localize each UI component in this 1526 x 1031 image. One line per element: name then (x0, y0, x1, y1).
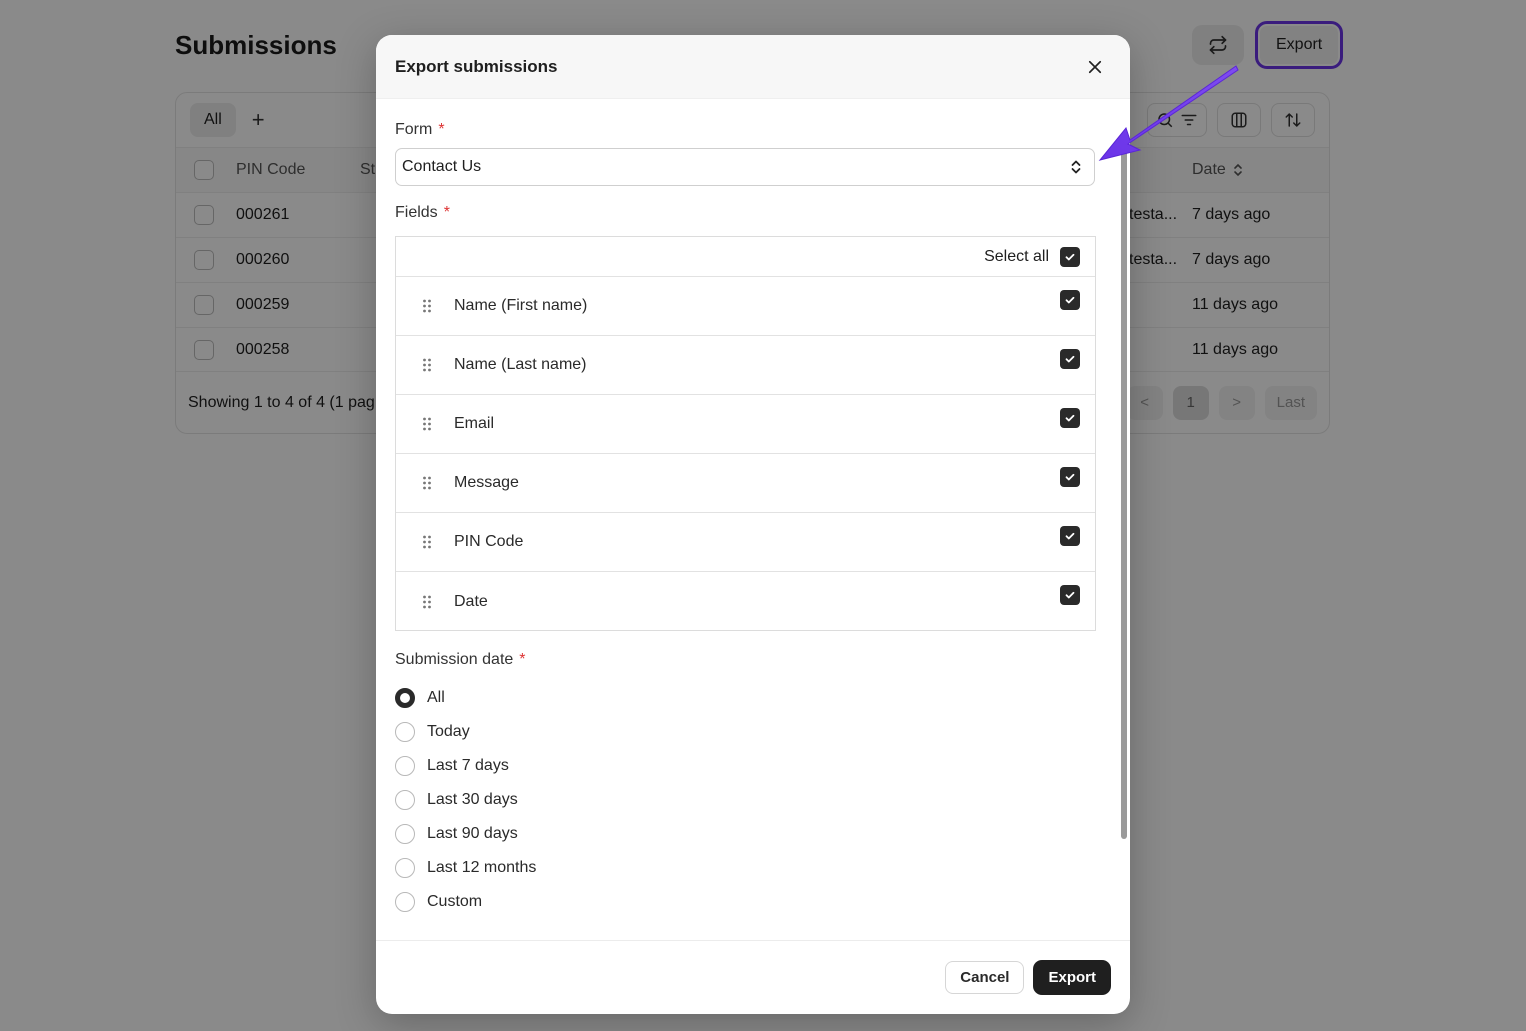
drag-handle-icon (423, 595, 431, 608)
dialog-scrollbar[interactable] (1121, 139, 1127, 839)
field-item[interactable]: Name (Last name) (396, 336, 1095, 395)
field-checkbox[interactable] (1060, 526, 1080, 546)
field-label: Email (454, 415, 495, 432)
form-label: Form * (395, 121, 445, 139)
check-icon (1065, 296, 1075, 304)
field-label: Date (454, 592, 488, 610)
check-icon (1065, 473, 1075, 481)
radio-label: Last 90 days (427, 825, 518, 842)
drag-handle[interactable] (422, 416, 432, 432)
drag-handle-icon (423, 299, 431, 313)
field-item[interactable]: Message (396, 454, 1095, 513)
drag-handle[interactable] (422, 298, 432, 314)
field-label: Message (454, 474, 519, 491)
drag-handle[interactable] (422, 475, 432, 491)
radio-button[interactable] (395, 722, 415, 742)
drag-handle[interactable] (422, 357, 432, 373)
radio-button[interactable] (395, 790, 415, 810)
select-all-checkbox[interactable] (1060, 246, 1080, 267)
dialog-title: Export submissions (395, 56, 558, 76)
drag-handle-icon (423, 358, 431, 372)
cancel-button[interactable]: Cancel (945, 961, 1025, 994)
radio-label: Custom (427, 893, 483, 910)
date-option-last-30-days[interactable]: Last 30 days (395, 783, 536, 817)
field-item[interactable]: Email (396, 395, 1095, 454)
dialog-header: Export submissions (376, 35, 1130, 99)
date-option-last-12-months[interactable]: Last 12 months (395, 851, 536, 885)
radio-button[interactable] (395, 858, 415, 878)
check-icon (1065, 355, 1075, 363)
chevron-up-down-icon (1071, 160, 1081, 174)
field-item[interactable]: Name (First name) (396, 277, 1095, 336)
radio-label: All (427, 689, 445, 706)
drag-handle-icon (423, 476, 431, 490)
radio-label: Last 30 days (427, 791, 518, 808)
date-option-today[interactable]: Today (395, 715, 536, 749)
select-all-row: Select all (396, 237, 1095, 277)
export-button[interactable]: Export (1034, 961, 1110, 994)
fields-label: Fields * (395, 204, 450, 222)
radio-button[interactable] (395, 688, 415, 708)
field-label: Name (Last name) (454, 356, 587, 373)
radio-button[interactable] (395, 824, 415, 844)
required-mark: * (443, 204, 450, 221)
field-item[interactable]: PIN Code (396, 513, 1095, 572)
date-option-last-90-days[interactable]: Last 90 days (395, 817, 536, 851)
dialog-body: Form * Contact Us Fields * Select all Na… (376, 99, 1130, 940)
field-checkbox[interactable] (1060, 290, 1080, 310)
required-mark: * (519, 651, 526, 668)
check-icon (1065, 253, 1075, 260)
check-icon (1065, 414, 1075, 422)
drag-handle[interactable] (422, 534, 432, 550)
field-label: Name (First name) (454, 297, 588, 314)
drag-handle[interactable] (422, 594, 432, 610)
radio-label: Last 7 days (427, 757, 509, 774)
check-icon (1065, 532, 1075, 540)
fields-label-text: Fields (395, 204, 438, 221)
date-option-custom[interactable]: Custom (395, 885, 536, 919)
field-label: PIN Code (454, 533, 524, 550)
dialog-footer: Cancel Export (376, 940, 1130, 1014)
form-select-value: Contact Us (402, 158, 482, 175)
fields-list: Select all Name (First name) Name (Last … (395, 236, 1096, 631)
field-checkbox[interactable] (1060, 467, 1080, 487)
field-checkbox[interactable] (1060, 408, 1080, 428)
form-select[interactable]: Contact Us (395, 148, 1095, 186)
select-all-label: Select all (984, 247, 1049, 265)
radio-button[interactable] (395, 756, 415, 776)
radio-label: Last 12 months (427, 859, 537, 876)
drag-handle-icon (423, 417, 431, 431)
field-checkbox[interactable] (1060, 585, 1080, 605)
date-option-last-7-days[interactable]: Last 7 days (395, 749, 536, 783)
field-checkbox[interactable] (1060, 349, 1080, 369)
close-button[interactable] (1079, 51, 1111, 83)
radio-button[interactable] (395, 892, 415, 912)
submission-date-options: All Today Last 7 days Last 30 days Last … (395, 681, 536, 919)
check-icon (1065, 591, 1075, 599)
submission-date-label: Submission date * (395, 651, 526, 669)
close-icon (1088, 60, 1102, 73)
form-label-text: Form (395, 121, 433, 138)
required-mark: * (438, 121, 445, 138)
radio-label: Today (427, 723, 470, 740)
export-submissions-dialog: Export submissions Form * Contact Us Fie… (376, 35, 1130, 1014)
drag-handle-icon (423, 535, 431, 549)
field-item[interactable]: Date (396, 572, 1095, 631)
submission-date-label-text: Submission date (395, 651, 514, 668)
date-option-all[interactable]: All (395, 681, 536, 715)
